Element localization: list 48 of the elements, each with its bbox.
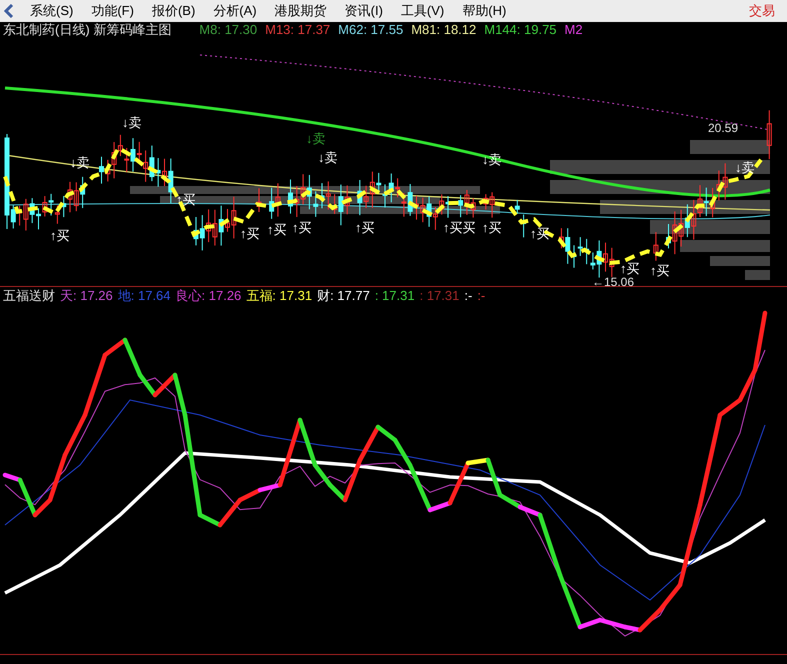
indicator-legend-value: :-: [477, 287, 486, 306]
indicator-legend-value: : 17.31: [420, 287, 460, 306]
menu-item[interactable]: 交易: [749, 1, 787, 21]
indicator-legend-value: 五福: 17.31: [246, 287, 312, 306]
app-logo-icon: [4, 4, 14, 18]
menu-item[interactable]: 工具(V): [398, 1, 446, 21]
ma-legend-value: M2: [564, 21, 583, 40]
menu-item[interactable]: 帮助(H): [460, 1, 508, 21]
indicator-legend-value: 天: 17.26: [60, 287, 113, 306]
indicator-legend-value: : 17.31: [374, 287, 415, 306]
chip-distribution-bar: [710, 256, 770, 266]
sell-signal: ↓卖: [122, 116, 142, 129]
low-price-label: ←15.06: [592, 276, 634, 288]
menu-item[interactable]: 系统(S): [28, 1, 76, 21]
ma-legend-value: M62: 17.55: [338, 21, 404, 40]
buy-signal: ↑买: [240, 227, 260, 240]
buy-signal: ↑买: [292, 221, 312, 234]
buy-signal: ↑买: [620, 262, 640, 275]
menu-item[interactable]: 港股期货: [272, 1, 329, 21]
buy-signal: ↑买: [650, 264, 670, 277]
ma-legend-value: M144: 19.75: [484, 21, 557, 40]
candlestick: [653, 232, 658, 262]
indicator-title: 五福送财: [3, 287, 55, 306]
indicator-legend-value: 财: 17.77: [317, 287, 370, 306]
chip-distribution-bar: [745, 270, 770, 280]
ma-legend-value: M13: 17.37: [265, 21, 330, 40]
sell-signal: ↓卖: [318, 151, 338, 164]
buy-signal: ↑买: [50, 229, 70, 242]
menu-item[interactable]: 分析(A): [211, 1, 259, 21]
buy-signal: ↑买: [267, 223, 286, 236]
ma-legend-value: M81: 18.12: [411, 21, 476, 40]
menu-item[interactable]: 功能(F): [89, 1, 136, 21]
buy-signal: ↑买: [530, 227, 550, 240]
chart-title: 东北制药(日线) 新筹码峰主图: [3, 21, 172, 40]
high-price-label: 20.59: [708, 122, 738, 134]
indicator-legend-value: :-: [464, 287, 472, 306]
candlestick: [256, 188, 262, 213]
buy-signal: ↑买: [355, 221, 374, 234]
ma-legend-value: M8: 17.30: [199, 21, 258, 40]
sell-signal: ↓卖: [306, 132, 326, 145]
buy-signal: ↑买: [482, 221, 502, 234]
candlestick: [766, 110, 772, 160]
buy-signal: ↑买买: [443, 221, 476, 234]
indicator-legend-value: 地: 17.64: [118, 287, 171, 306]
indicator-legend-value: 良心: 17.26: [176, 287, 242, 306]
sell-signal: ↓卖: [735, 161, 754, 174]
menu-item[interactable]: 资讯(I): [342, 1, 385, 21]
menu-item[interactable]: 报价(B): [150, 1, 198, 21]
